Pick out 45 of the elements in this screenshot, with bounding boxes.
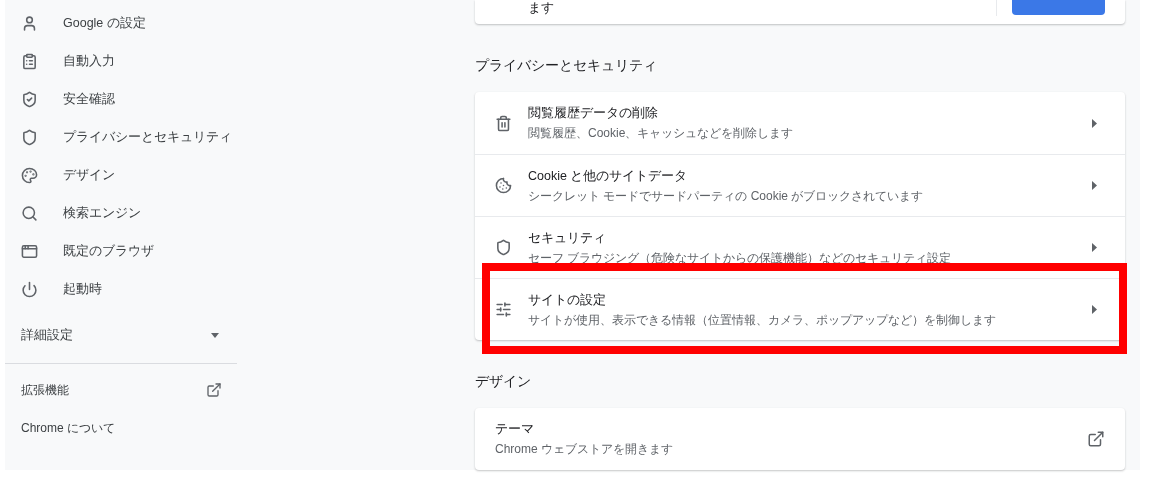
- extensions-link[interactable]: 拡張機能: [5, 371, 237, 409]
- cookie-icon: [495, 177, 512, 194]
- row-title: Cookie と他のサイトデータ: [528, 167, 689, 185]
- row-subtitle: シークレット モードでサードパーティの Cookie がブロックされています: [528, 187, 925, 205]
- shield-icon: [21, 128, 38, 146]
- power-icon: [21, 280, 38, 298]
- search-icon: [21, 204, 38, 222]
- arrow-right-icon: [1092, 181, 1097, 190]
- settings-row[interactable]: Cookie と他のサイトデータ シークレット モードでサードパーティの Cookie がブロックされています: [475, 154, 1125, 216]
- settings-row[interactable]: 閲覧履歴データの削除 閲覧履歴、Cookie、キャッシュなどを削除します: [475, 92, 1125, 154]
- row-subtitle: Chrome ウェブストアを開きます: [495, 441, 674, 458]
- clipboard-icon: [21, 52, 38, 70]
- section-heading: デザイン: [475, 371, 531, 391]
- trash-icon: [495, 114, 512, 132]
- palette-icon: [21, 166, 38, 184]
- arrow-right-icon: [1092, 243, 1097, 252]
- settings-row[interactable]: テーマ Chrome ウェブストアを開きます: [475, 408, 1125, 470]
- shield-check-icon: [21, 90, 38, 108]
- sidebar-item[interactable]: 安全確認: [5, 80, 237, 118]
- sidebar-item[interactable]: デザイン: [5, 156, 237, 194]
- person-icon: [21, 14, 38, 32]
- row-title: テーマ: [495, 421, 535, 438]
- advanced-settings-toggle[interactable]: 詳細設定: [5, 316, 237, 354]
- browser-window-icon: [21, 242, 38, 260]
- row-subtitle: サイトが使用、表示できる情報（位置情報、カメラ、ポップアップなど）を制御します: [528, 311, 997, 329]
- settings-row[interactable]: サイトの設定 サイトが使用、表示できる情報（位置情報、カメラ、ポップアップなど）を制御します: [475, 278, 1125, 340]
- row-subtitle: 閲覧履歴、Cookie、キャッシュなどを削除します: [528, 125, 795, 142]
- about-chrome-link[interactable]: Chrome について: [5, 409, 237, 447]
- row-title: サイトの設定: [528, 291, 607, 309]
- external-link-icon: [206, 382, 222, 398]
- arrow-right-icon: [1092, 118, 1097, 128]
- card-text: ます: [527, 0, 554, 16]
- sidebar-item[interactable]: Google の設定: [5, 4, 237, 42]
- arrow-right-icon: [1092, 305, 1097, 314]
- row-title: 閲覧履歴データの削除: [528, 105, 659, 122]
- sidebar-item[interactable]: プライバシーとセキュリティ: [5, 118, 237, 156]
- sliders-icon: [495, 301, 512, 318]
- sidebar-item[interactable]: 既定のブラウザ: [5, 232, 237, 270]
- external-link-icon[interactable]: [1087, 430, 1105, 448]
- sidebar-item[interactable]: 自動入力: [5, 42, 237, 80]
- section-heading: プライバシーとセキュリティ: [475, 55, 657, 75]
- shield-icon: [495, 239, 512, 256]
- sidebar-item[interactable]: 検索エンジン: [5, 194, 237, 232]
- row-title: セキュリティ: [528, 229, 607, 247]
- sidebar-item[interactable]: 起動時: [5, 270, 237, 308]
